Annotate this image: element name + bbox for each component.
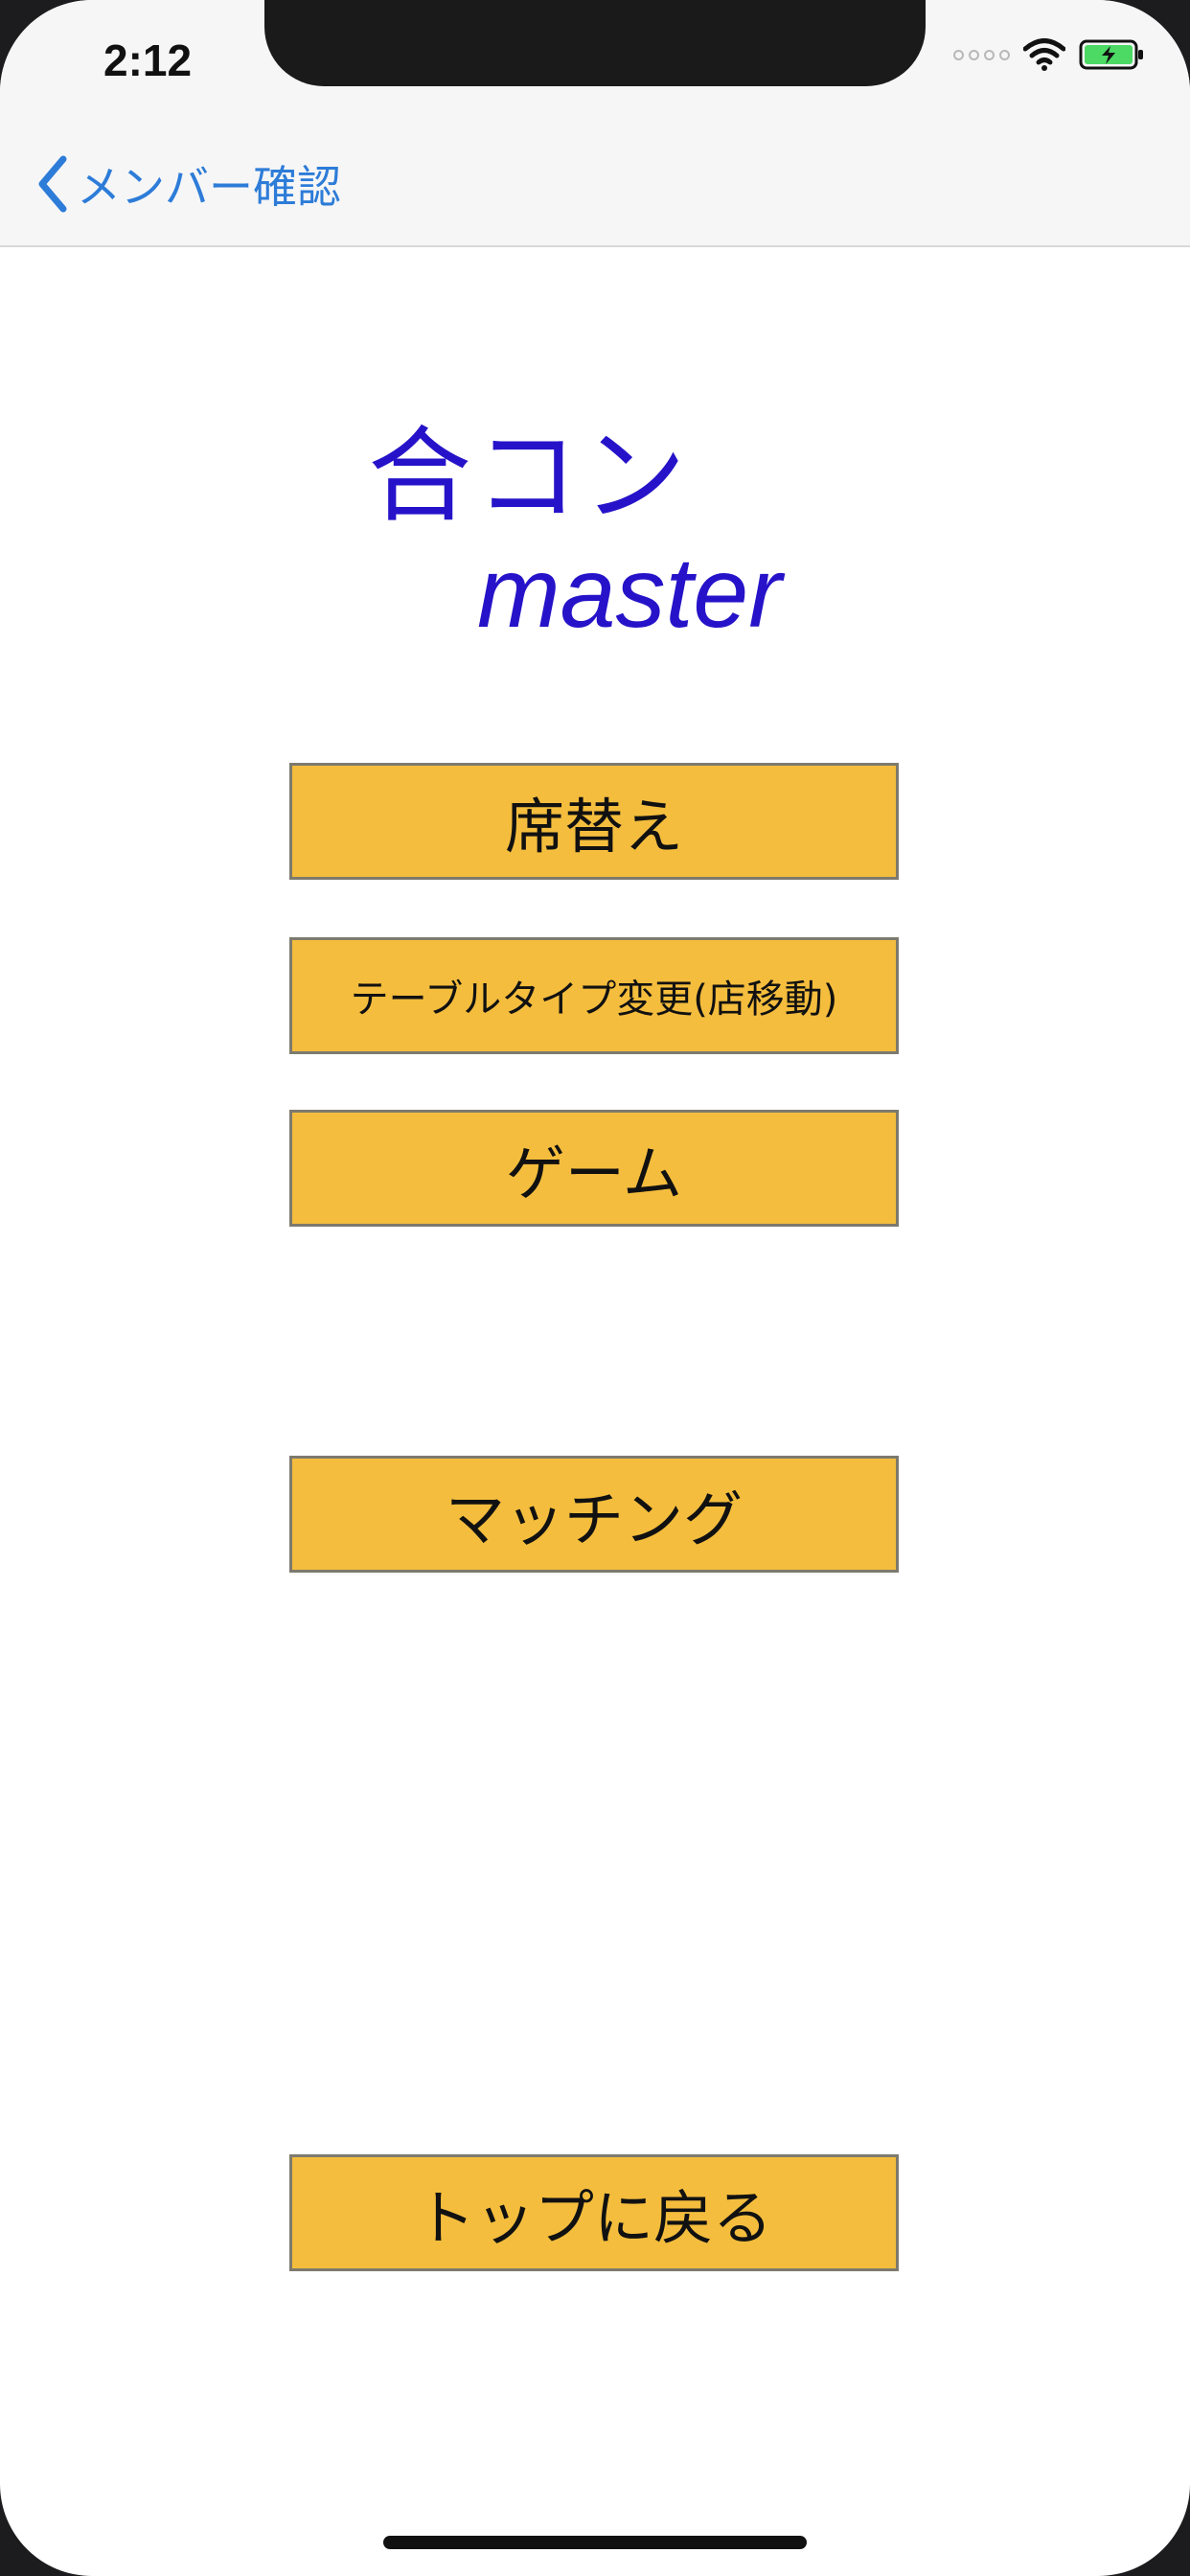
- battery-charging-icon: [1079, 39, 1143, 70]
- chevron-left-icon: [38, 155, 67, 213]
- back-to-top-button[interactable]: トップに戻る: [289, 2154, 899, 2271]
- game-button[interactable]: ゲーム: [289, 1110, 899, 1227]
- back-button-label: メンバー確認: [77, 161, 341, 213]
- matching-button[interactable]: マッチング: [289, 1456, 899, 1573]
- seat-change-button[interactable]: 席替え: [289, 763, 899, 880]
- cellular-signal-icon: [953, 49, 1010, 60]
- app-logo-title: 合コン: [368, 417, 691, 537]
- status-time: 2:12: [103, 35, 193, 85]
- table-type-change-button[interactable]: テーブルタイプ変更(店移動): [289, 937, 899, 1054]
- device-notch: [264, 0, 926, 86]
- app-screen: 2:12 メンバー確認 合コン master 席替え テーブルタイプ変更(店移動…: [0, 0, 1190, 2576]
- home-indicator[interactable]: [383, 2536, 807, 2549]
- status-icons: [953, 38, 1146, 71]
- navigation-bar: メンバー確認: [0, 125, 1190, 247]
- back-button[interactable]: メンバー確認: [33, 144, 341, 224]
- app-logo-subtitle: master: [477, 538, 782, 649]
- wifi-icon: [1023, 38, 1065, 71]
